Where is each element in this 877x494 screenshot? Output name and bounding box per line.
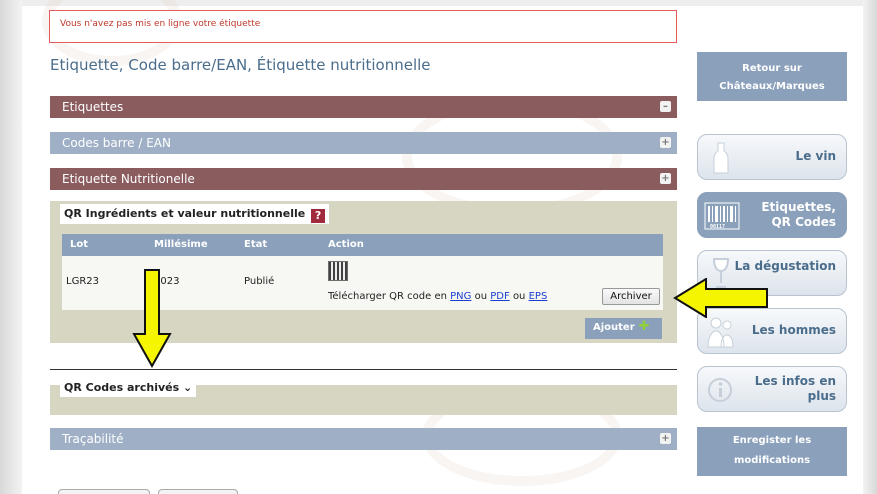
section-divider (50, 369, 677, 370)
right-page-shadow (863, 0, 877, 494)
qr-code-thumbnail (328, 261, 348, 281)
add-button-label: Ajouter (593, 322, 635, 333)
section-label: Etiquette Nutritionelle (62, 172, 195, 186)
section-etiquette-nutritionnelle[interactable]: Etiquette Nutritionelle + (50, 168, 677, 190)
tab-label-line2: plus (807, 389, 836, 403)
add-button[interactable]: Ajouter ✚ (585, 318, 662, 339)
svg-text:00117: 00117 (710, 224, 725, 230)
tab-label: Le vin (795, 149, 836, 163)
section-etiquettes[interactable]: Etiquettes – (50, 96, 677, 118)
section-tracabilite[interactable]: Traçabilité + (50, 428, 677, 450)
column-header-millesime: Millésime (154, 239, 208, 250)
tab-label-line2: QR Codes (771, 215, 836, 229)
download-prefix: Télécharger QR code en (328, 291, 447, 302)
collapse-icon[interactable]: – (660, 101, 671, 112)
column-header-etat: Etat (244, 239, 268, 250)
barcode-icon: 00117 (704, 202, 740, 230)
alert-message: Vous n'avez pas mis en ligne votre étiqu… (60, 19, 261, 29)
annotation-arrow-left (673, 278, 768, 318)
tab-label-line1: Les infos en (754, 374, 836, 388)
people-icon (707, 317, 734, 348)
save-line2: modifications (733, 455, 811, 466)
expand-icon[interactable]: + (660, 433, 671, 444)
cell-lot: LGR23 (66, 276, 99, 287)
expand-icon[interactable]: + (660, 137, 671, 148)
chevron-down-icon: ⌄ (182, 381, 193, 394)
bottom-button-left[interactable] (58, 489, 150, 494)
tab-infos[interactable]: Les infos en plus (697, 366, 847, 412)
qr-title-text: QR Ingrédients et valeur nutritionnelle (64, 207, 306, 220)
tab-etiquettes-qr[interactable]: 00117 Etiquettes, QR Codes (697, 192, 847, 238)
table-header: Lot Millésime Etat Action (62, 234, 663, 256)
retour-button[interactable]: Retour sur Châteaux/Marques (697, 52, 847, 101)
section-codes-barre[interactable]: Codes barre / EAN + (50, 132, 677, 154)
download-png-link[interactable]: PNG (450, 291, 471, 302)
download-eps-link[interactable]: EPS (529, 291, 548, 302)
bottom-button-right[interactable] (158, 489, 238, 494)
page-title: Etiquette, Code barre/EAN, Étiquette nut… (50, 56, 431, 74)
help-question-icon[interactable]: ? (311, 209, 326, 223)
tab-label: La dégustation (734, 259, 836, 273)
annotation-arrow-down (132, 269, 172, 368)
page: Vous n'avez pas mis en ligne votre étiqu… (0, 0, 877, 494)
expand-icon[interactable]: + (660, 173, 671, 184)
archive-button[interactable]: Archiver (602, 288, 660, 305)
retour-line1: Retour sur (742, 63, 802, 74)
qr-section-title: QR Ingrédients et valeur nutritionnelle … (60, 204, 330, 224)
column-header-action: Action (328, 239, 364, 250)
wine-bottle-icon (713, 142, 729, 174)
section-label: Codes barre / EAN (62, 136, 171, 150)
tab-label-line1: Etiquettes, (761, 200, 836, 214)
section-label: Etiquettes (62, 100, 124, 114)
archive-title-text: QR Codes archivés (64, 381, 180, 394)
or-text: ou (474, 291, 488, 302)
left-page-shadow (0, 0, 22, 494)
tab-label: Les hommes (751, 323, 836, 337)
or-text: ou (512, 291, 526, 302)
download-pdf-link[interactable]: PDF (490, 291, 509, 302)
section-label: Traçabilité (62, 432, 124, 446)
save-line1: Enregister les (732, 435, 812, 446)
tab-label: Les infos en plus (755, 374, 836, 404)
retour-line2: Châteaux/Marques (719, 81, 825, 92)
tab-label: Etiquettes, QR Codes (761, 200, 836, 230)
save-changes-button[interactable]: Enregister les modifications (697, 427, 847, 476)
plus-icon: ✚ (638, 319, 650, 334)
download-links: Télécharger QR code en PNG ou PDF ou EPS (328, 291, 547, 302)
cell-etat: Publié (244, 276, 275, 287)
alert-box: Vous n'avez pas mis en ligne votre étiqu… (49, 10, 677, 43)
column-header-lot: Lot (70, 239, 89, 250)
tab-le-vin[interactable]: Le vin (697, 134, 847, 180)
archive-section-toggle[interactable]: QR Codes archivés ⌄ (60, 379, 197, 397)
info-icon (708, 378, 732, 402)
